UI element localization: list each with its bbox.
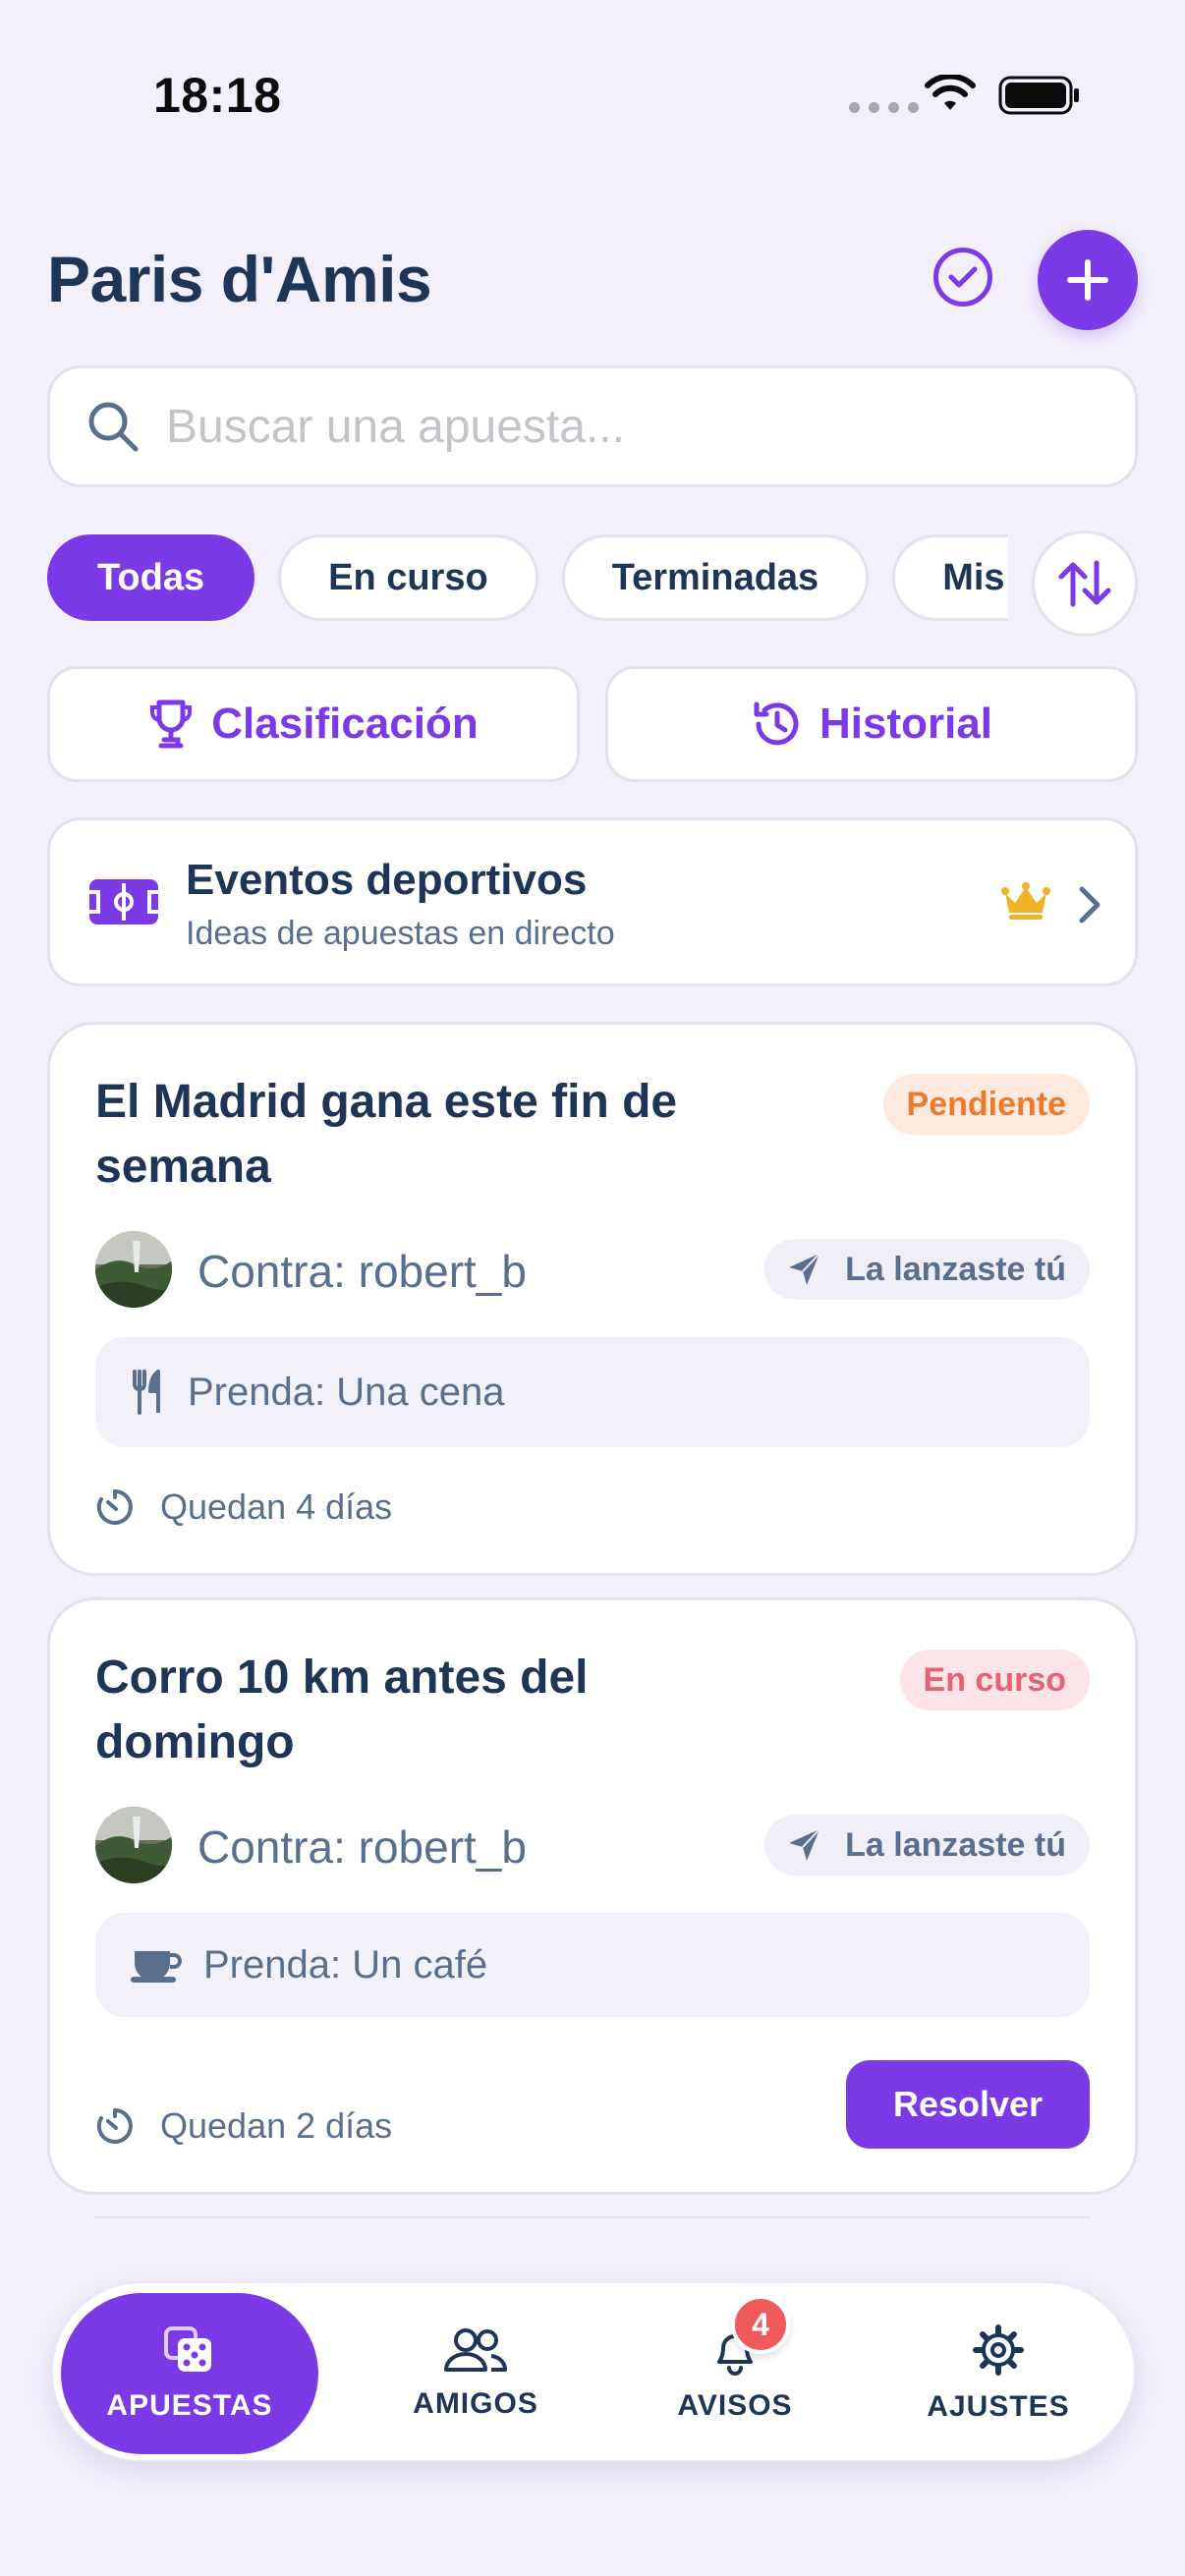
ranking-label: Clasificación xyxy=(211,700,479,748)
status-time: 18:18 xyxy=(153,68,282,123)
wifi-icon xyxy=(925,75,976,110)
search-bar[interactable] xyxy=(47,365,1138,487)
chevron-right-icon xyxy=(1079,886,1100,924)
resolve-button[interactable]: Resolver xyxy=(846,2060,1090,2149)
origin-tag: La lanzaste tú xyxy=(764,1239,1090,1300)
checkmark-icon xyxy=(948,266,978,288)
events-subtitle: Ideas de apuestas en directo xyxy=(186,915,615,952)
sports-events-card[interactable]: Eventos deportivos Ideas de apuestas en … xyxy=(47,817,1138,986)
select-mode-button[interactable] xyxy=(933,248,992,307)
filter-chip-all[interactable]: Todas xyxy=(47,534,255,621)
origin-tag: La lanzaste tú xyxy=(764,1815,1090,1876)
deadline-label: Quedan 4 días xyxy=(160,1486,393,1527)
plus-icon xyxy=(1067,259,1108,301)
soccer-field-icon xyxy=(89,879,158,924)
status-badge: Pendiente xyxy=(882,1074,1090,1135)
opponent-name: Contra: robert_b xyxy=(198,1246,527,1297)
history-button[interactable]: Historial xyxy=(605,666,1138,782)
filter-chips: Todas En curso Terminadas Mis xyxy=(47,534,1008,623)
opponent-name: Contra: robert_b xyxy=(198,1821,527,1873)
filter-chip-in-progress[interactable]: En curso xyxy=(278,534,538,621)
crown-icon xyxy=(1001,882,1050,920)
history-icon xyxy=(754,701,799,746)
stake-box: Prenda: Una cena xyxy=(95,1337,1090,1447)
stake-label: Prenda: Un café xyxy=(203,1942,488,1987)
dice-icon xyxy=(164,2326,211,2372)
avatar xyxy=(95,1807,172,1883)
deadline: Quedan 4 días xyxy=(95,1486,392,1528)
cellular-signal-icon xyxy=(849,102,919,113)
tab-settings-label: AJUSTES xyxy=(927,2390,1070,2423)
ranking-button[interactable]: Clasificación xyxy=(47,666,580,782)
fork-knife-icon xyxy=(133,1370,160,1415)
page-title: Paris d'Amis xyxy=(47,243,432,315)
search-icon xyxy=(88,402,139,452)
sort-button[interactable] xyxy=(1032,531,1138,637)
bet-card[interactable]: El Madrid gana este fin de semana Pendie… xyxy=(47,1022,1138,1576)
paper-plane-icon xyxy=(789,1253,820,1285)
tab-bets-label: APUESTAS xyxy=(106,2389,273,2422)
tab-bar: APUESTAS AMIGOS AVISOS AJUSTES xyxy=(51,2281,1136,2462)
filter-chip-mine[interactable]: Mis xyxy=(892,534,1008,621)
origin-label: La lanzaste tú xyxy=(845,1250,1066,1288)
divider xyxy=(94,2216,1091,2218)
stake-box: Prenda: Un café xyxy=(95,1913,1090,2017)
coffee-cup-icon xyxy=(131,1951,182,1983)
search-input[interactable] xyxy=(166,399,1050,454)
events-title: Eventos deportivos xyxy=(186,856,588,904)
filter-chip-finished[interactable]: Terminadas xyxy=(561,534,870,621)
bet-title: Corro 10 km antes del domingo xyxy=(95,1652,589,1768)
add-bet-button[interactable] xyxy=(1038,230,1138,330)
tab-settings[interactable]: AJUSTES xyxy=(900,2283,1097,2464)
timer-icon xyxy=(96,2108,133,2144)
bet-card[interactable]: Corro 10 km antes del domingo En curso C… xyxy=(47,1597,1138,2195)
avatar xyxy=(95,1231,172,1308)
notification-count-badge: 4 xyxy=(731,2295,790,2354)
trophy-icon xyxy=(150,700,193,749)
battery-icon xyxy=(998,76,1079,115)
users-icon xyxy=(444,2328,508,2372)
tab-bets[interactable]: APUESTAS xyxy=(61,2293,318,2454)
deadline-label: Quedan 2 días xyxy=(160,2105,393,2146)
origin-label: La lanzaste tú xyxy=(845,1825,1066,1864)
tab-notifications-label: AVISOS xyxy=(677,2389,793,2422)
tab-friends[interactable]: AMIGOS xyxy=(377,2283,574,2464)
gear-icon xyxy=(973,2324,1024,2376)
bet-title: El Madrid gana este fin de semana xyxy=(95,1076,678,1193)
sort-arrows-icon xyxy=(1058,560,1111,607)
deadline: Quedan 2 días xyxy=(95,2105,392,2147)
tab-friends-label: AMIGOS xyxy=(413,2387,538,2420)
stake-label: Prenda: Una cena xyxy=(188,1370,505,1414)
status-badge: En curso xyxy=(899,1650,1090,1710)
paper-plane-icon xyxy=(789,1828,820,1861)
history-label: Historial xyxy=(818,700,993,748)
timer-icon xyxy=(96,1489,133,1525)
